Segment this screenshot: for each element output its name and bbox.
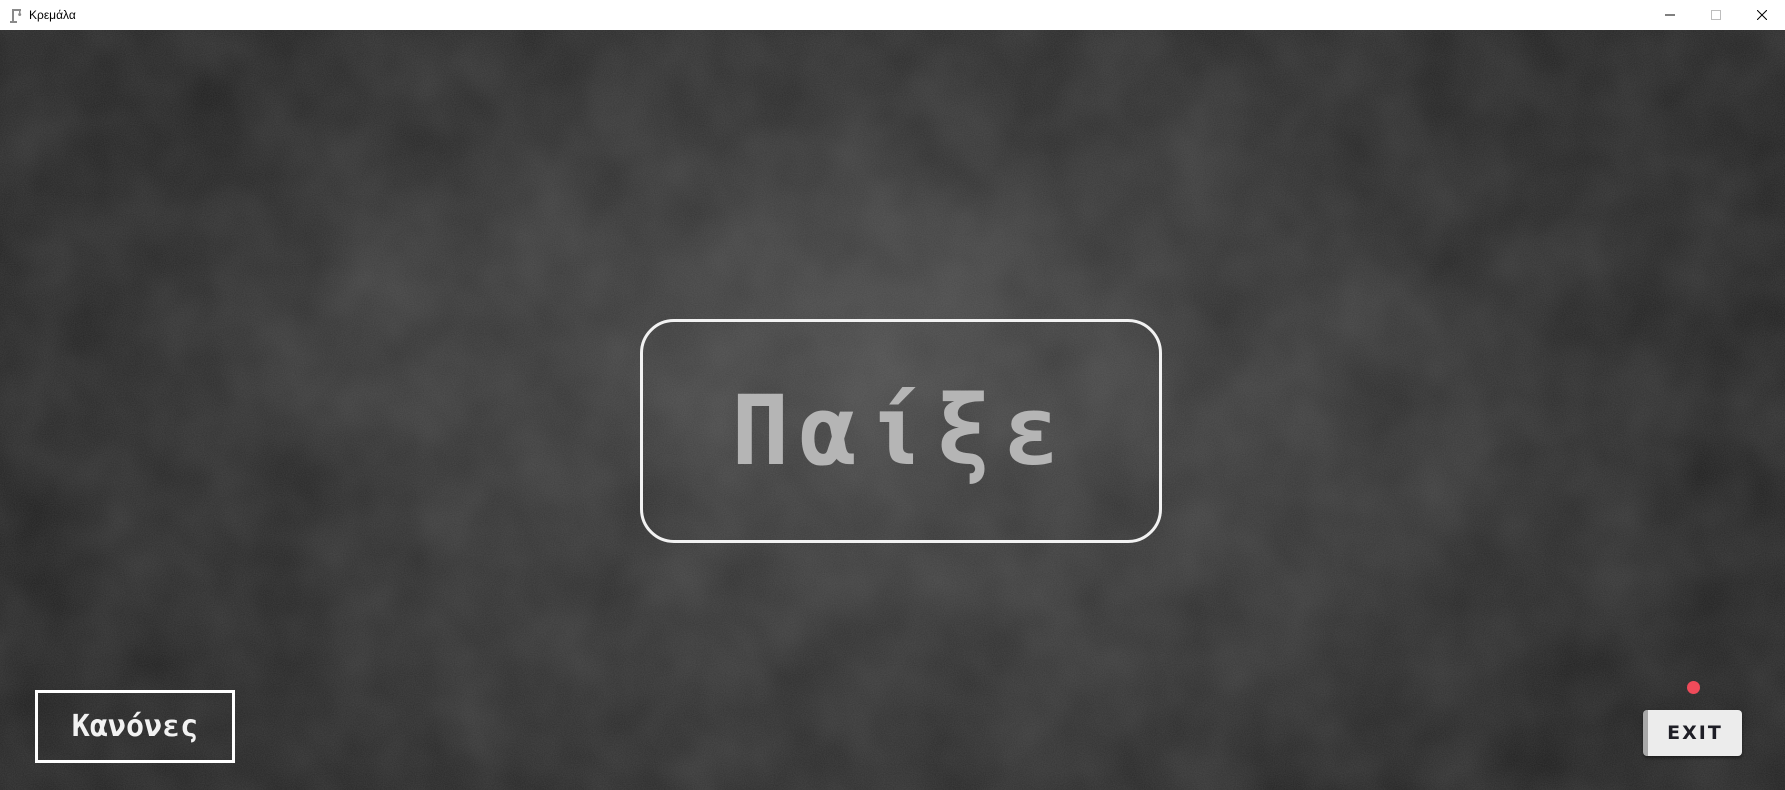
maximize-icon: [1711, 10, 1721, 20]
app-window: Κρεμάλα Παίξε Κανόνες EXIT: [0, 0, 1785, 790]
exit-button-label: EXIT: [1667, 722, 1723, 744]
rules-button-label: Κανόνες: [71, 708, 199, 744]
play-button[interactable]: Παίξε: [640, 319, 1162, 543]
play-button-label: Παίξε: [731, 375, 1071, 487]
minimize-button[interactable]: [1647, 0, 1693, 30]
close-button[interactable]: [1739, 0, 1785, 30]
title-bar[interactable]: Κρεμάλα: [0, 0, 1785, 31]
rules-button[interactable]: Κανόνες: [35, 690, 235, 763]
notification-dot: [1687, 681, 1700, 694]
window-controls: [1647, 0, 1785, 30]
exit-button[interactable]: EXIT: [1643, 710, 1742, 756]
window-title: Κρεμάλα: [29, 8, 76, 22]
close-icon: [1757, 10, 1767, 20]
maximize-button[interactable]: [1693, 0, 1739, 30]
gallows-icon: [9, 7, 23, 23]
game-menu-canvas: Παίξε Κανόνες EXIT: [0, 30, 1785, 790]
minimize-icon: [1665, 10, 1675, 20]
